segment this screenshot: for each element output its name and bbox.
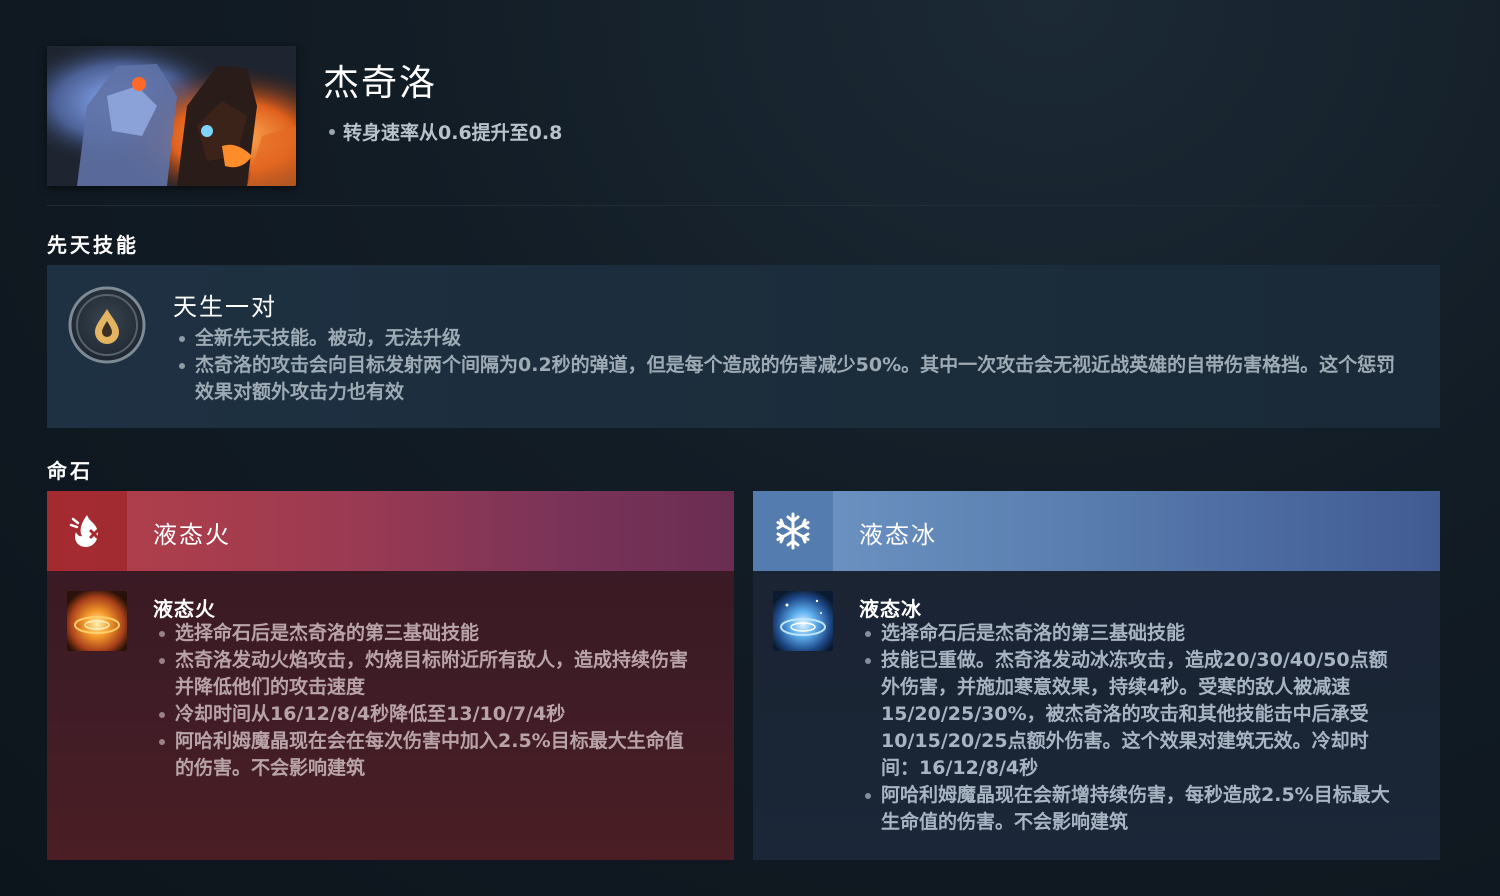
- innate-note: 全新先天技能。被动，无法升级: [177, 325, 1407, 352]
- hero-header: 杰奇洛 转身速率从0.6提升至0.8: [47, 46, 1440, 206]
- facet-card-liquid-frost[interactable]: 液态冰 液态冰 选择命石后是杰奇洛的第三基础技能 技能已重做。杰奇洛发动冰冻攻击…: [753, 491, 1440, 860]
- innate-ability-icon: [67, 285, 147, 365]
- facet-notes-list: 选择命石后是杰奇洛的第三基础技能 技能已重做。杰奇洛发动冰冻攻击，造成20/30…: [863, 620, 1403, 836]
- header-divider: [47, 205, 1440, 206]
- facet-note: 技能已重做。杰奇洛发动冰冻攻击，造成20/30/40/50点额外伤害，并施加寒意…: [863, 647, 1403, 782]
- innate-note: 杰奇洛的攻击会向目标发射两个间隔为0.2秒的弹道，但是每个造成的伤害减少50%。…: [177, 352, 1407, 406]
- facet-notes-list: 选择命石后是杰奇洛的第三基础技能 杰奇洛发动火焰攻击，灼烧目标附近所有敌人，造成…: [157, 620, 697, 782]
- facet-ability-name: 液态冰: [859, 597, 922, 621]
- flame-facet-icon: [47, 491, 127, 571]
- innate-ability-name: 天生一对: [173, 293, 277, 321]
- innate-section-title: 先天技能: [47, 233, 139, 257]
- innate-notes-list: 全新先天技能。被动，无法升级 杰奇洛的攻击会向目标发射两个间隔为0.2秒的弹道，…: [177, 325, 1407, 406]
- facet-header: 液态火: [47, 491, 734, 571]
- hero-change-note: 转身速率从0.6提升至0.8: [329, 118, 562, 145]
- bullet-icon: [329, 128, 335, 135]
- facet-note: 杰奇洛发动火焰攻击，灼烧目标附近所有敌人，造成持续伤害并降低他们的攻击速度: [157, 647, 697, 701]
- hero-portrait: [47, 46, 296, 186]
- innate-panel: 天生一对 全新先天技能。被动，无法升级 杰奇洛的攻击会向目标发射两个间隔为0.2…: [47, 265, 1440, 428]
- facet-note: 冷却时间从16/12/8/4秒降低至13/10/7/4秒: [157, 701, 697, 728]
- facet-note: 阿哈利姆魔晶现在会新增持续伤害，每秒造成2.5%目标最大生命值的伤害。不会影响建…: [863, 782, 1403, 836]
- facet-card-liquid-fire[interactable]: 液态火 液态火 选择命石后是杰奇洛的第三基础技能 杰奇洛发动火焰攻击，灼烧目标附…: [47, 491, 734, 860]
- facet-header: 液态冰: [753, 491, 1440, 571]
- facet-note: 选择命石后是杰奇洛的第三基础技能: [157, 620, 697, 647]
- facet-ability-name: 液态火: [153, 597, 216, 621]
- facet-note: 阿哈利姆魔晶现在会在每次伤害中加入2.5%目标最大生命值的伤害。不会影响建筑: [157, 728, 697, 782]
- liquid-frost-ability-icon: [773, 591, 833, 651]
- facet-body: 液态火 选择命石后是杰奇洛的第三基础技能 杰奇洛发动火焰攻击，灼烧目标附近所有敌…: [47, 571, 734, 860]
- facets-section-title: 命石: [47, 459, 93, 483]
- facet-title: 液态冰: [859, 521, 937, 549]
- hero-name: 杰奇洛: [323, 63, 438, 104]
- facet-title: 液态火: [153, 521, 231, 549]
- snowflake-facet-icon: [753, 491, 833, 571]
- facet-body: 液态冰 选择命石后是杰奇洛的第三基础技能 技能已重做。杰奇洛发动冰冻攻击，造成2…: [753, 571, 1440, 860]
- hero-change-text: 转身速率从0.6提升至0.8: [343, 122, 563, 144]
- liquid-fire-ability-icon: [67, 591, 127, 651]
- facet-note: 选择命石后是杰奇洛的第三基础技能: [863, 620, 1403, 647]
